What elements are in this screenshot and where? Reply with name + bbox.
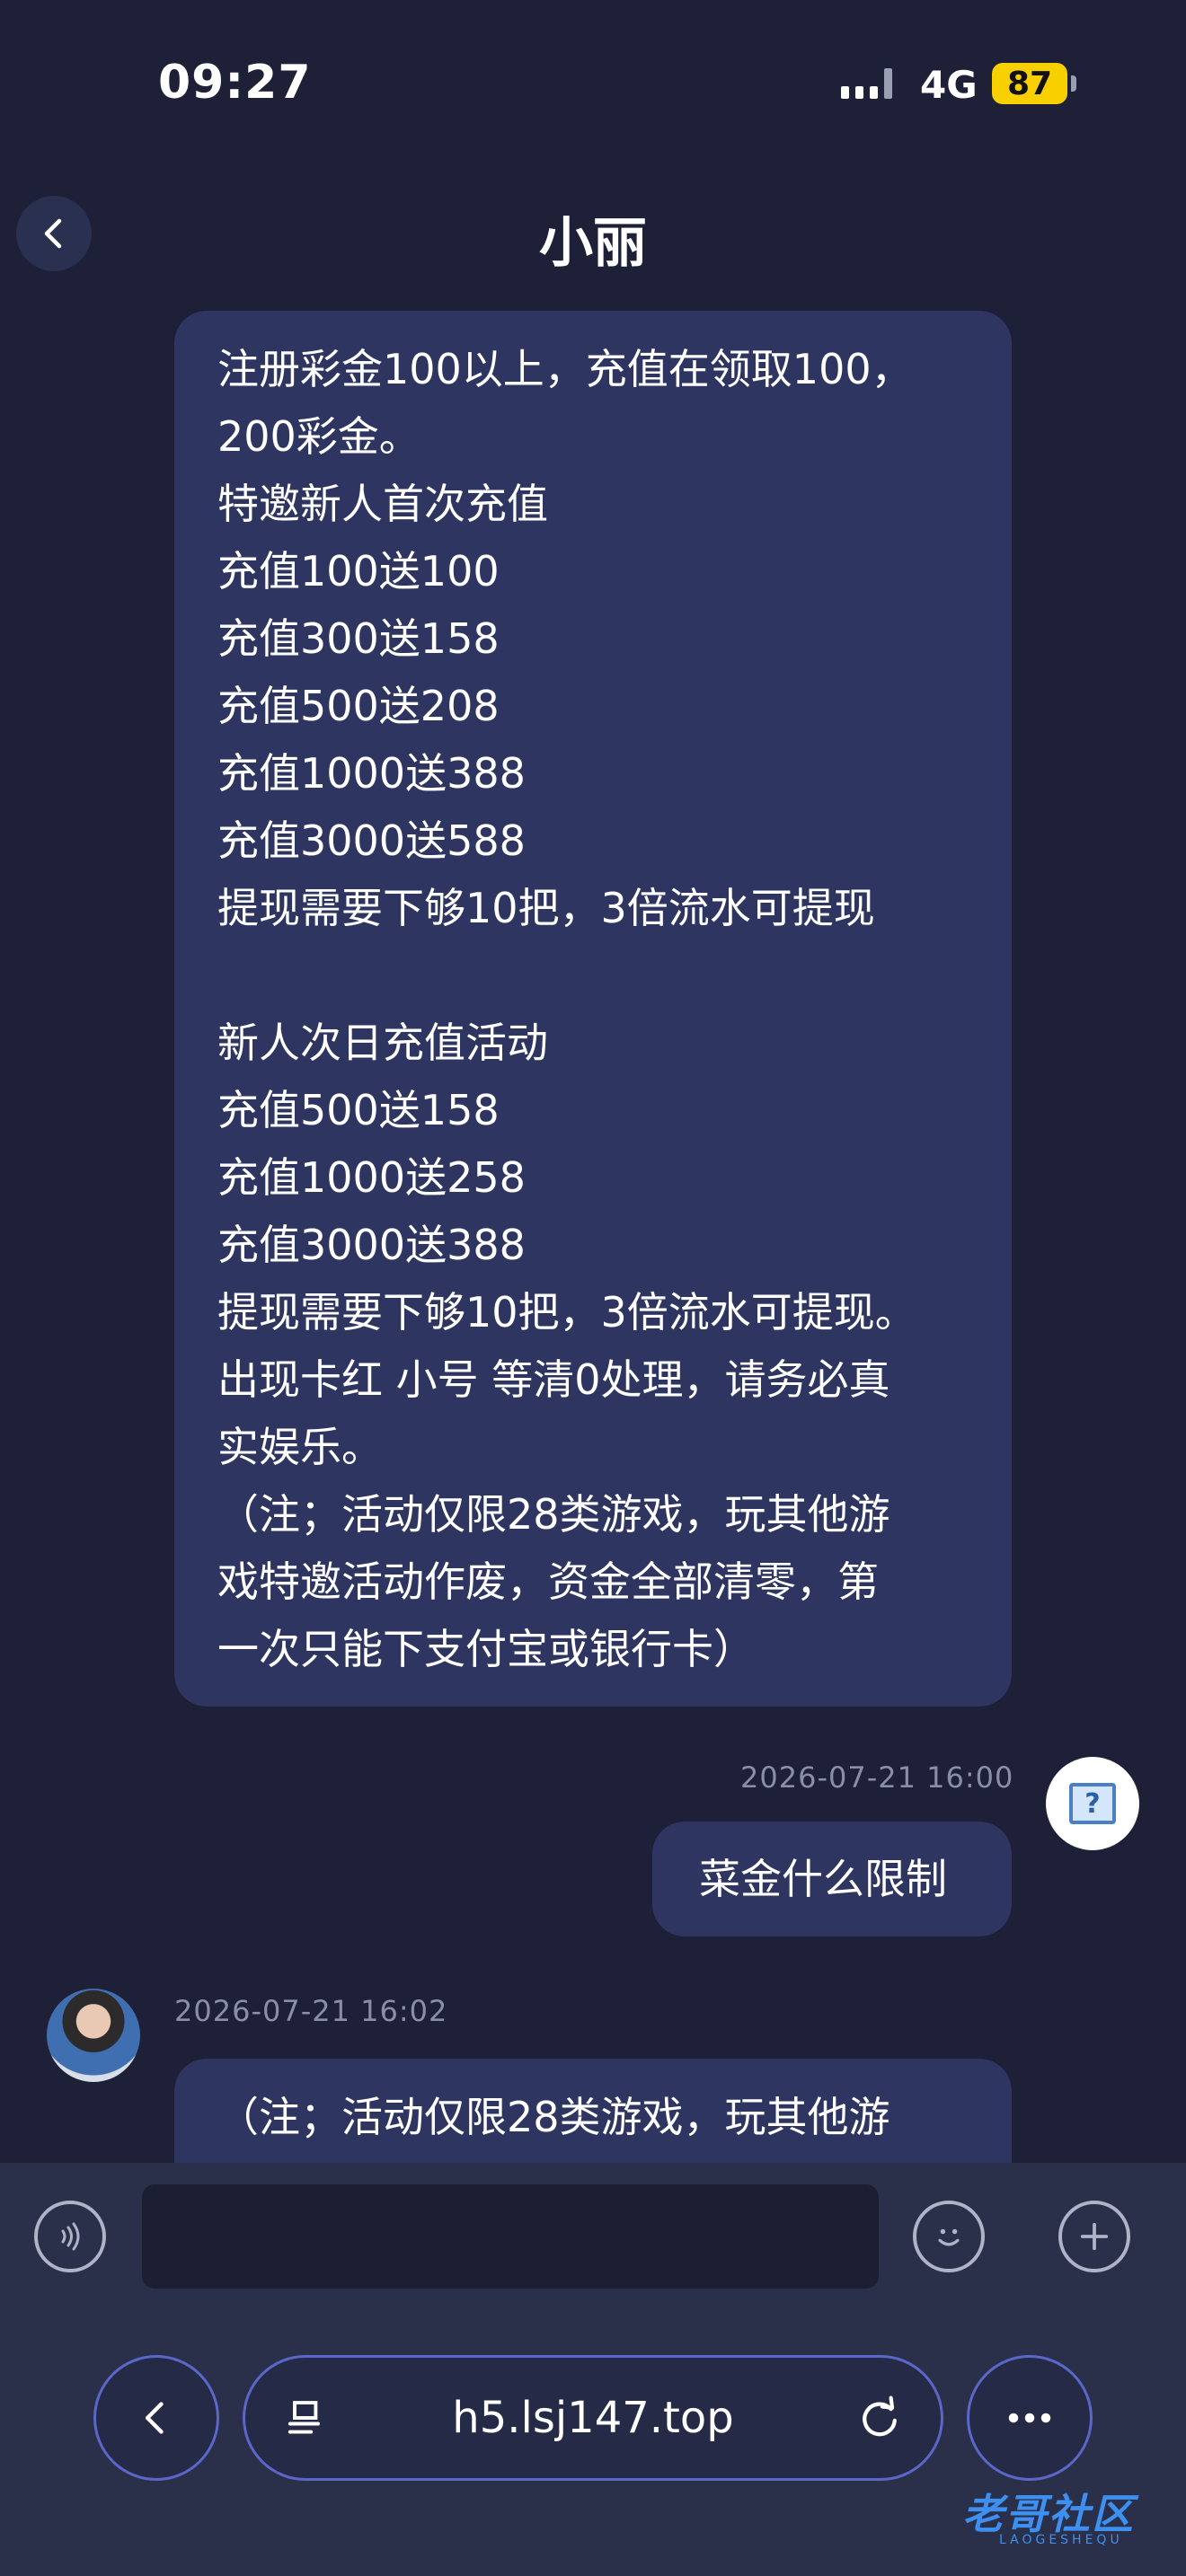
chevron-left-icon bbox=[145, 2402, 164, 2434]
status-time: 09:27 bbox=[158, 56, 312, 110]
browser-toolbar: h5.lsj147.top 老哥社区 LAOGESHEQU bbox=[0, 2333, 1186, 2576]
address-bar[interactable]: h5.lsj147.top bbox=[243, 2355, 943, 2481]
battery-indicator: 87 bbox=[992, 63, 1067, 104]
more-icon bbox=[1008, 2413, 1051, 2423]
status-bar: 09:27 4G 87 bbox=[0, 0, 1186, 171]
message-time: 2026-07-21 16:02 bbox=[174, 1994, 448, 2028]
url-text: h5.lsj147.top bbox=[452, 2393, 734, 2443]
input-bar bbox=[0, 2163, 1186, 2333]
plus-button[interactable] bbox=[1058, 2201, 1130, 2272]
voice-button[interactable] bbox=[34, 2201, 106, 2272]
message-bubble: 菜金什么限制 bbox=[652, 1822, 1012, 1936]
chat-area[interactable]: 注册彩金100以上，充值在领取100， 200彩金。 特邀新人首次充值 充值10… bbox=[0, 269, 1186, 2163]
message-time: 2026-07-21 16:00 bbox=[740, 1760, 1014, 1795]
user-avatar[interactable]: ? bbox=[1046, 1757, 1139, 1850]
watermark-logo: 老哥社区 LAOGESHEQU bbox=[927, 2468, 1170, 2554]
emoji-icon bbox=[938, 2228, 960, 2246]
browser-back-button[interactable] bbox=[93, 2355, 219, 2481]
message-input[interactable] bbox=[142, 2184, 879, 2289]
signal-icon bbox=[841, 68, 892, 99]
voice-icon bbox=[61, 2222, 80, 2251]
reload-icon[interactable] bbox=[854, 2393, 905, 2443]
placeholder-image-icon: ? bbox=[1069, 1783, 1116, 1824]
network-label: 4G bbox=[920, 63, 978, 107]
battery-tip bbox=[1071, 75, 1076, 92]
watermark-sub: LAOGESHEQU bbox=[999, 2533, 1123, 2547]
message-bubble: 注册彩金100以上，充值在领取100， 200彩金。 特邀新人首次充值 充值10… bbox=[174, 311, 1012, 1707]
contact-avatar[interactable] bbox=[47, 1989, 140, 2082]
plus-icon bbox=[1080, 2222, 1109, 2251]
emoji-button[interactable] bbox=[913, 2201, 985, 2272]
message-bubble: （注；活动仅限28类游戏，玩其他游 戏特邀活动作废，资金全部清零，第 bbox=[174, 2059, 1012, 2163]
more-button[interactable] bbox=[967, 2355, 1093, 2481]
chat-title: 小丽 bbox=[539, 212, 647, 275]
